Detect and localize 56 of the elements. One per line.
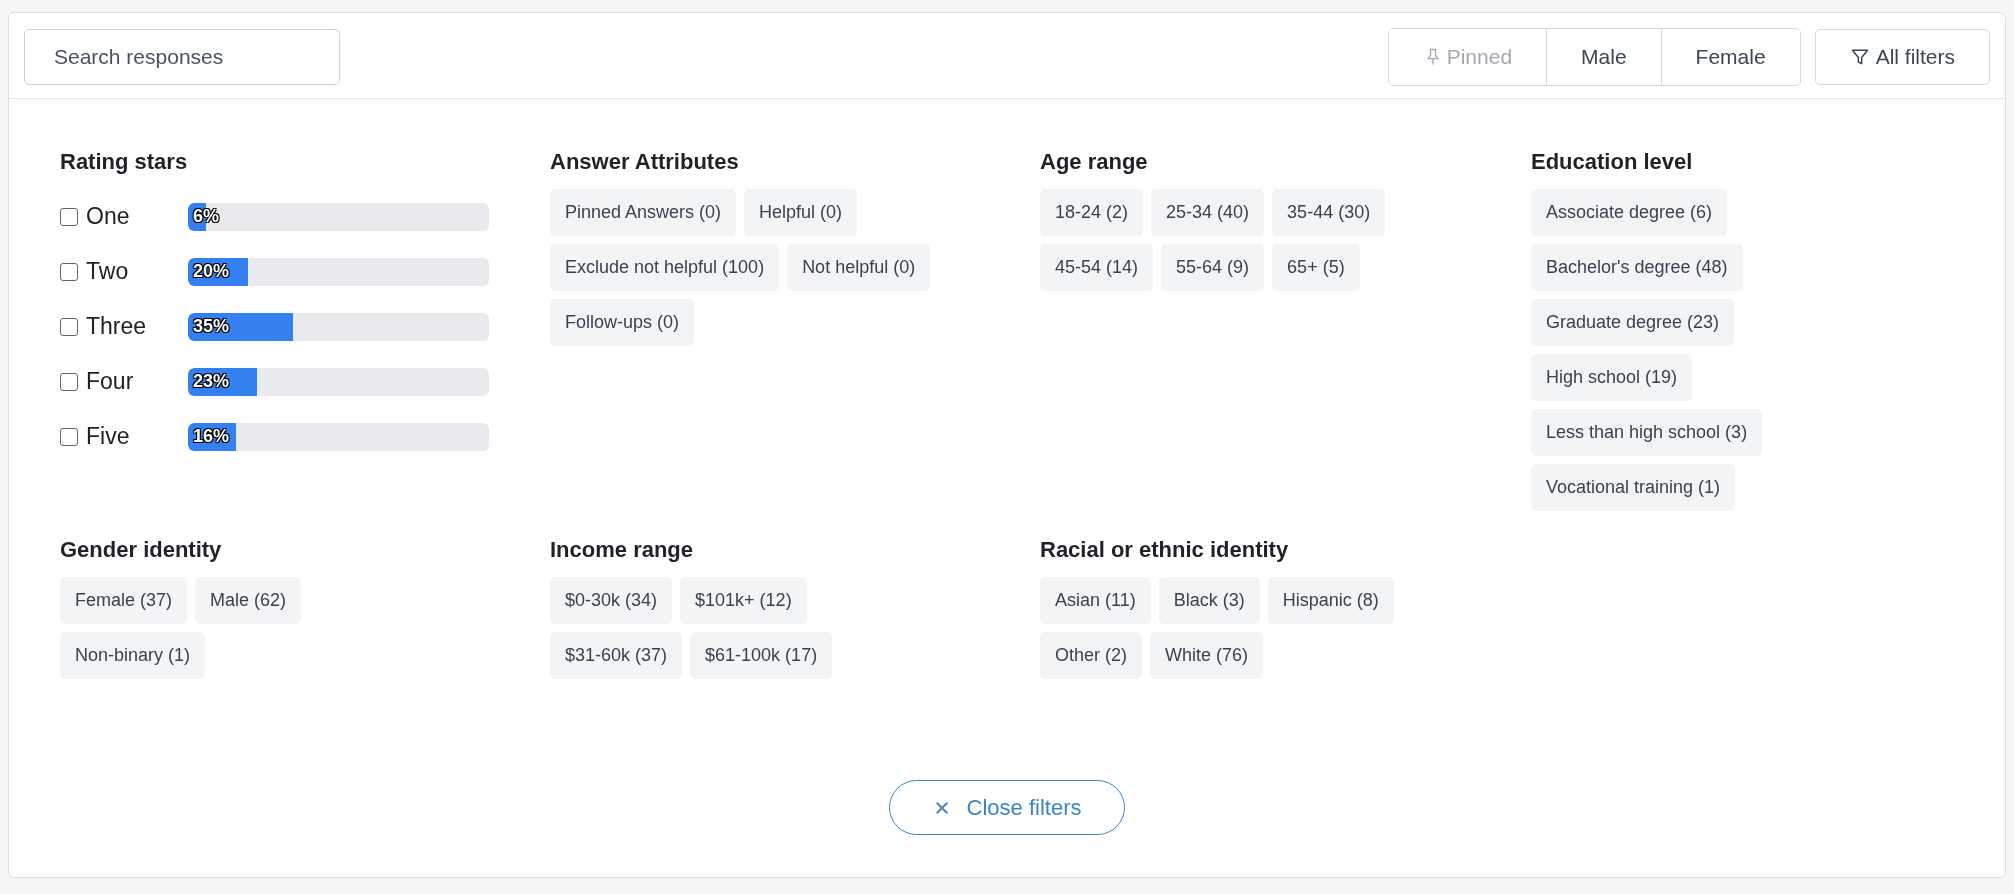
filter-chip[interactable]: Black (3)	[1158, 577, 1260, 624]
checkbox-option[interactable]: Two	[60, 258, 188, 285]
section-title: Income range	[550, 537, 695, 563]
checkbox-option[interactable]: Four	[60, 368, 188, 395]
filter-chip[interactable]: Less than high school (3)	[1531, 409, 1763, 456]
percent-label: 20%	[193, 260, 230, 282]
filter-chip[interactable]: $101k+ (12)	[680, 577, 807, 624]
all-filters-button[interactable]: All filters	[1814, 29, 1990, 85]
filter-chip[interactable]: $61-100k (17)	[690, 632, 833, 679]
filter-chip[interactable]: $0-30k (34)	[550, 577, 673, 624]
checkbox[interactable]	[60, 372, 78, 391]
section-title: Education level	[1531, 149, 1694, 175]
segment-button[interactable]: Female	[1660, 29, 1800, 85]
percent-label: 23%	[193, 370, 230, 392]
checkbox[interactable]	[60, 317, 78, 336]
filter-chip[interactable]: 25-34 (40)	[1151, 189, 1265, 236]
percent-label: 35%	[193, 315, 230, 337]
filter-chip[interactable]: Hispanic (8)	[1267, 577, 1394, 624]
checkbox-option[interactable]: One	[60, 203, 188, 230]
filter-chip[interactable]: $31-60k (37)	[550, 632, 683, 679]
filter-icon	[1849, 47, 1870, 67]
filter-chip[interactable]: Vocational training (1)	[1531, 464, 1736, 511]
filter-chip[interactable]: 18-24 (2)	[1040, 189, 1144, 236]
filter-chip[interactable]: Other (2)	[1040, 632, 1143, 679]
filter-chip[interactable]: Associate degree (6)	[1531, 189, 1728, 236]
filter-chip[interactable]: Female (37)	[60, 577, 188, 624]
close-filters-button[interactable]: Close filters	[889, 780, 1125, 835]
filter-chip[interactable]: Non-binary (1)	[60, 632, 206, 679]
checkbox-option[interactable]: Five	[60, 423, 188, 450]
checkbox[interactable]	[60, 427, 78, 446]
filter-chip[interactable]: 45-54 (14)	[1040, 244, 1154, 291]
filter-chip[interactable]: Male (62)	[195, 577, 302, 624]
filter-chip[interactable]: 35-44 (30)	[1272, 189, 1386, 236]
filter-chip[interactable]: Follow-ups (0)	[550, 299, 695, 346]
section-title: Rating stars	[60, 149, 189, 175]
section-title: Racial or ethnic identity	[1040, 537, 1290, 563]
checkbox[interactable]	[60, 207, 78, 226]
percent-label: 6%	[193, 205, 219, 227]
section-title: Gender identity	[60, 537, 223, 563]
filter-chip[interactable]: Graduate degree (23)	[1531, 299, 1735, 346]
percent-label: 16%	[193, 425, 230, 447]
filter-chip[interactable]: Asian (11)	[1040, 577, 1151, 624]
checkbox[interactable]	[60, 262, 78, 281]
filter-chip[interactable]: Pinned Answers (0)	[550, 189, 737, 236]
filter-chip[interactable]: Helpful (0)	[744, 189, 858, 236]
filter-chip[interactable]: Not helpful (0)	[787, 244, 931, 291]
search-field[interactable]: Search responses	[24, 29, 340, 85]
filter-chip[interactable]: 65+ (5)	[1272, 244, 1360, 291]
filter-chip[interactable]: High school (19)	[1531, 354, 1693, 401]
filter-chip[interactable]: Bachelor's degree (48)	[1531, 244, 1743, 291]
filter-chip[interactable]: Exclude not helpful (100)	[550, 244, 780, 291]
section-title: Age range	[1040, 149, 1149, 175]
section-title: Answer Attributes	[550, 149, 740, 175]
filter-chip[interactable]: 55-64 (9)	[1161, 244, 1265, 291]
filter-chip[interactable]: White (76)	[1150, 632, 1264, 679]
checkbox-option[interactable]: Three	[60, 313, 188, 340]
